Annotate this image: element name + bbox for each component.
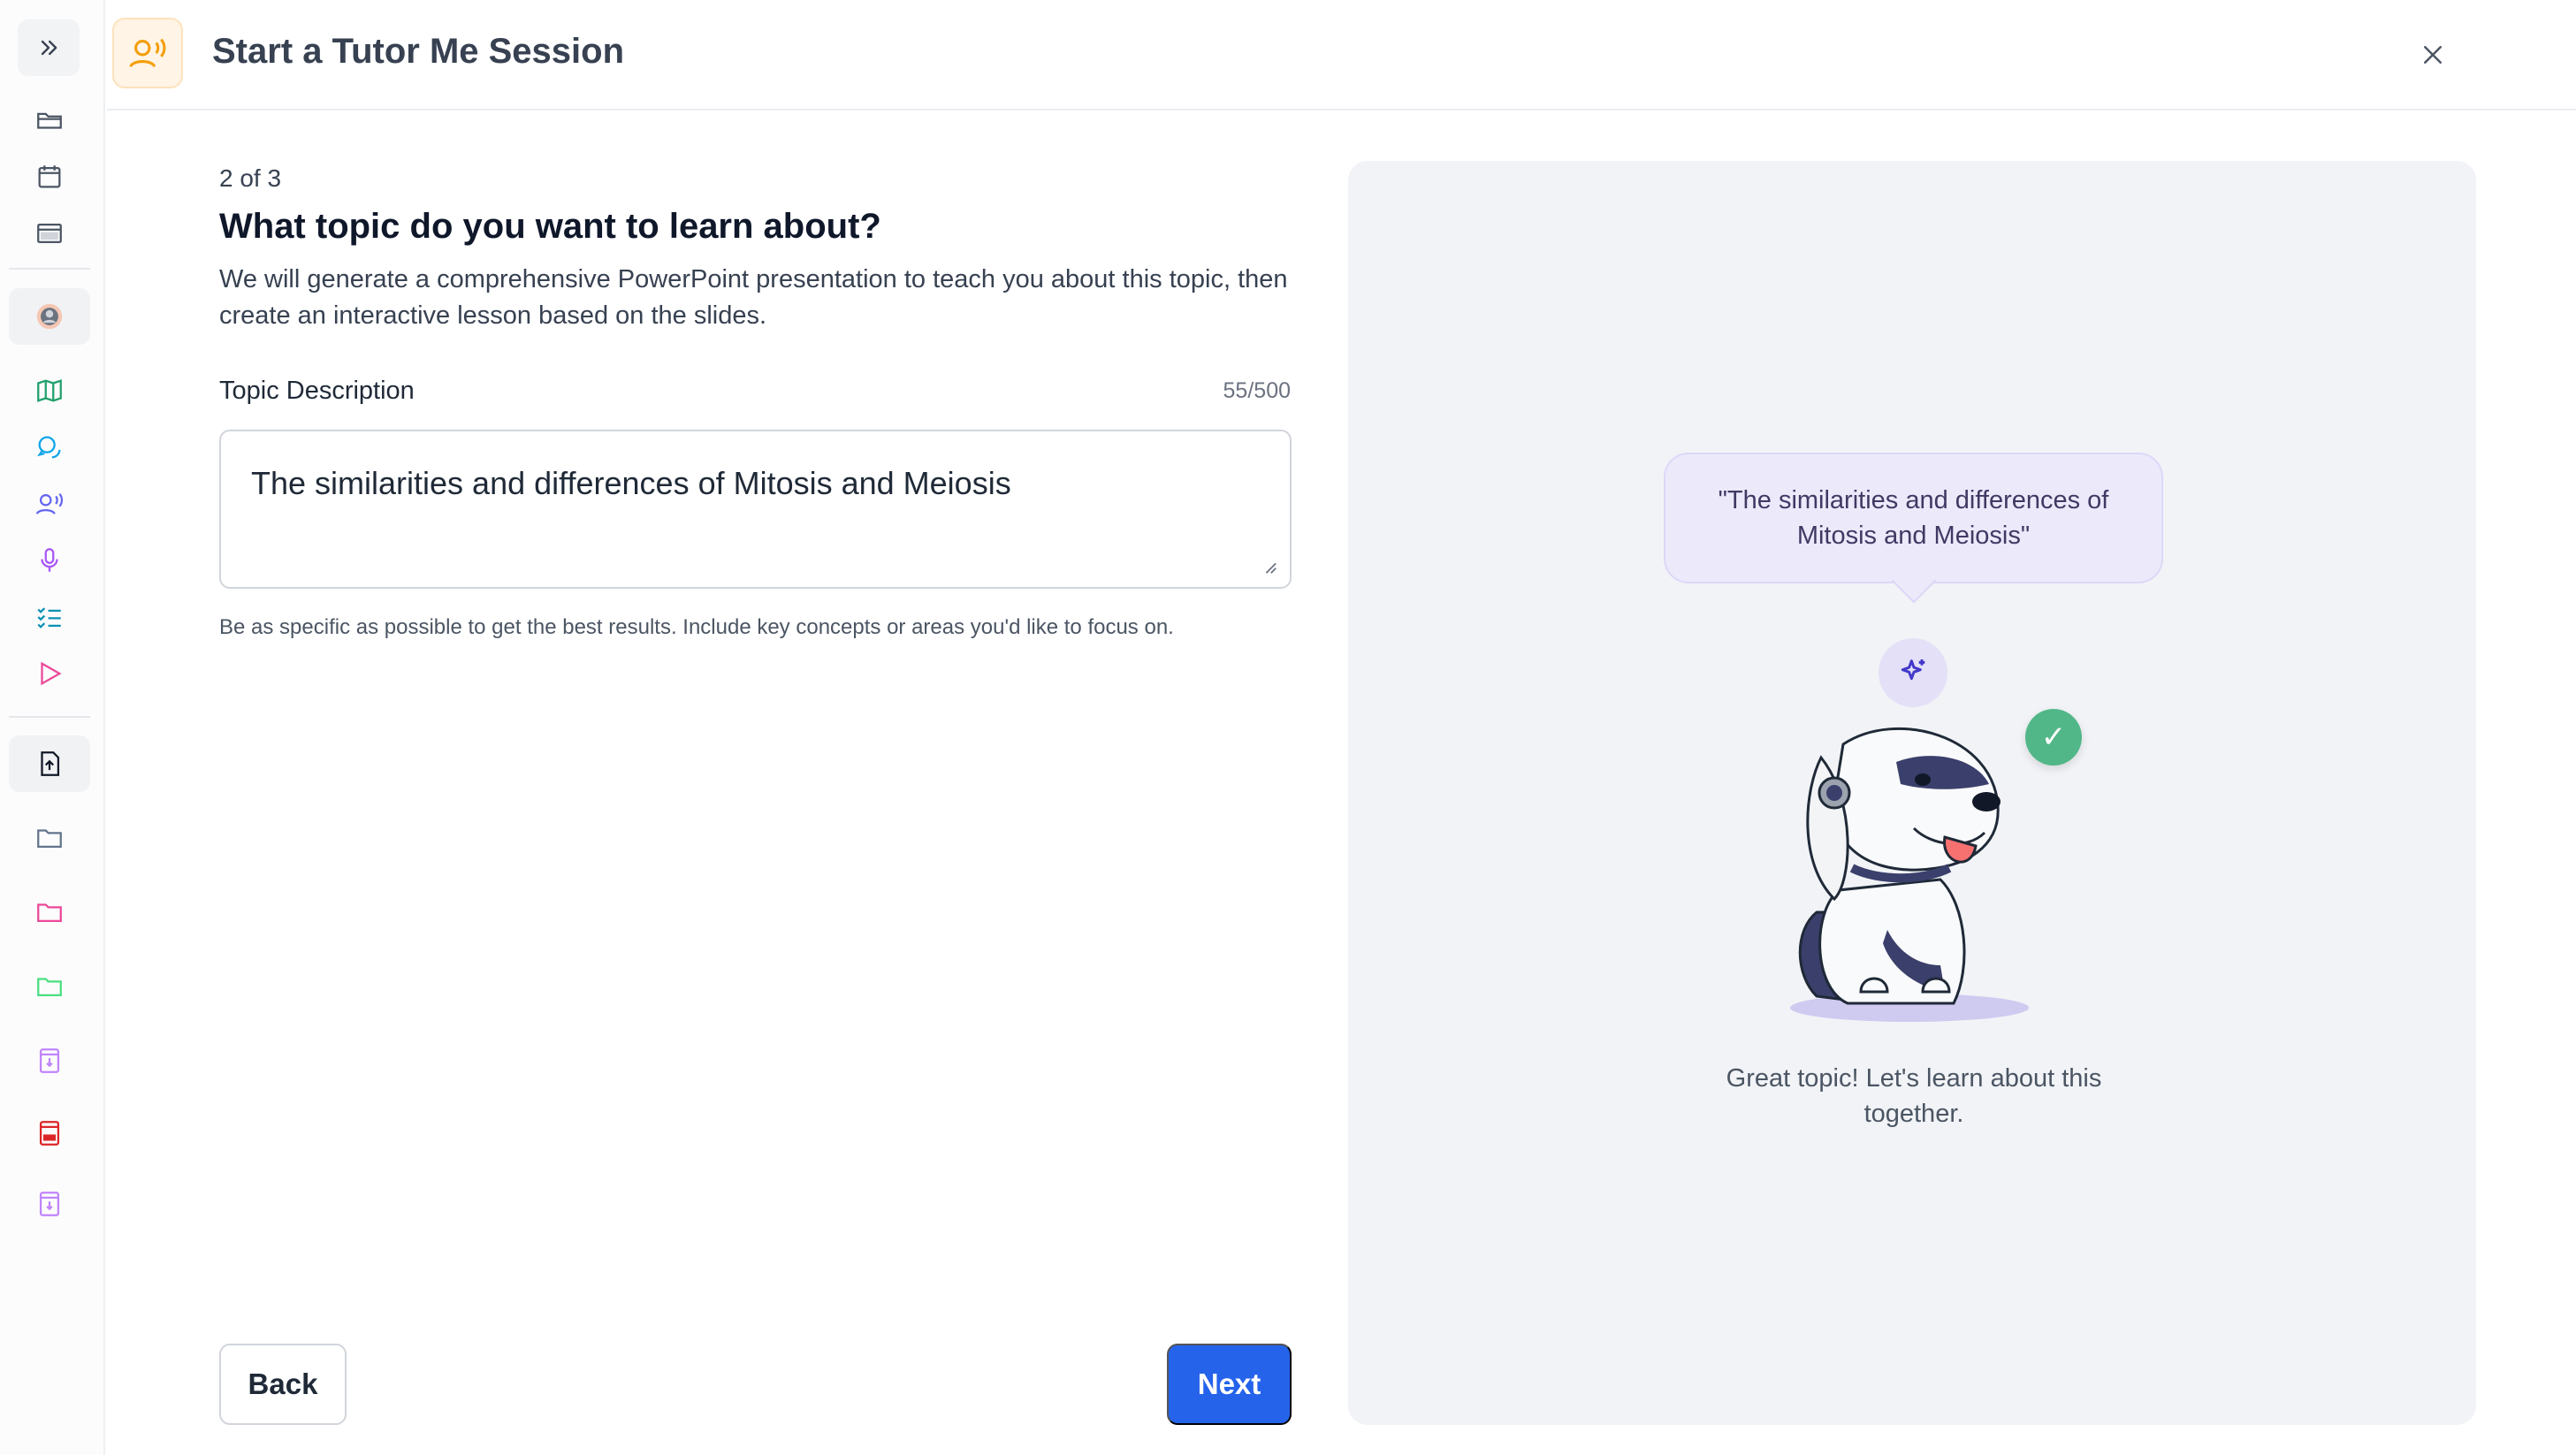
sidebar-item-microphone[interactable] xyxy=(9,532,90,589)
sidebar-item-avatar[interactable] xyxy=(9,288,90,345)
sidebar-item-calendar[interactable] xyxy=(9,149,90,205)
sidebar-divider xyxy=(9,268,90,270)
sidebar-item-window[interactable] xyxy=(9,205,90,262)
topic-hint: Be as specific as possible to get the be… xyxy=(219,615,1174,639)
question-description: We will generate a comprehensive PowerPo… xyxy=(219,265,1288,330)
sidebar-item-play[interactable] xyxy=(9,645,90,702)
tutor-voice-icon xyxy=(35,492,64,514)
sidebar-item-folder-2[interactable] xyxy=(9,884,90,941)
folder-icon xyxy=(37,829,62,849)
sidebar-item-folder-1[interactable] xyxy=(9,810,90,866)
success-check-badge: ✓ xyxy=(2025,709,2082,766)
topic-description-value: The similarities and differences of Mito… xyxy=(251,465,1011,501)
tutor-voice-icon xyxy=(129,38,166,68)
preview-caption: Great topic! Let's learn about this toge… xyxy=(1726,1064,2102,1128)
step-indicator: 2 of 3 xyxy=(219,164,282,192)
preview-panel: "The similarities and differences of Mit… xyxy=(1348,161,2476,1425)
question-heading: What topic do you want to learn about? xyxy=(219,207,881,246)
tutor-session-badge xyxy=(112,18,183,88)
close-icon xyxy=(2424,46,2442,64)
sparkle-badge xyxy=(1879,638,1947,707)
checklist-icon xyxy=(37,607,61,628)
sidebar-item-map[interactable] xyxy=(9,362,90,419)
sidebar-item-tutor[interactable] xyxy=(9,476,90,532)
topic-field-label: Topic Description xyxy=(219,377,415,405)
character-counter: 55/500 xyxy=(1223,378,1291,403)
audio-file-icon xyxy=(39,1048,60,1073)
sidebar-divider xyxy=(9,716,90,718)
robot-dog-mascot xyxy=(1790,727,2029,1022)
chevrons-right-icon xyxy=(41,40,57,56)
folder-green-icon xyxy=(37,978,62,997)
sidebar-item-upload[interactable] xyxy=(9,735,90,792)
sidebar-item-folder-3[interactable] xyxy=(9,958,90,1015)
resize-handle-icon[interactable] xyxy=(1261,559,1277,575)
map-icon xyxy=(37,379,62,402)
sidebar-item-chat[interactable] xyxy=(9,419,90,476)
close-button[interactable] xyxy=(2413,35,2452,74)
sidebar-item-checklist[interactable] xyxy=(9,589,90,645)
folder-open-icon xyxy=(37,112,62,129)
calendar-icon xyxy=(38,165,61,188)
audio-file-icon xyxy=(39,1192,60,1216)
pdf-file-icon xyxy=(39,1121,60,1146)
next-button[interactable]: Next xyxy=(1167,1344,1292,1425)
microphone-icon xyxy=(41,548,58,572)
sidebar-item-audio-1[interactable] xyxy=(9,1032,90,1089)
back-button[interactable]: Back xyxy=(219,1344,347,1425)
dialog-title: Start a Tutor Me Session xyxy=(212,32,625,71)
sparkle-icon xyxy=(1901,659,1925,681)
expand-sidebar-button[interactable] xyxy=(18,19,80,76)
sidebar-item-folders[interactable] xyxy=(9,92,90,149)
sidebar xyxy=(0,0,105,1455)
play-icon xyxy=(41,661,62,686)
topic-description-input[interactable]: The similarities and differences of Mito… xyxy=(219,430,1292,589)
sidebar-item-pdf[interactable] xyxy=(9,1105,90,1162)
file-upload-icon xyxy=(41,751,60,776)
sidebar-item-audio-2[interactable] xyxy=(9,1176,90,1232)
chat-icon xyxy=(37,436,61,459)
window-icon xyxy=(37,223,62,244)
bubble-text: "The similarities and differences of Mit… xyxy=(1718,486,2109,550)
folder-pink-icon xyxy=(37,903,62,923)
avatar-icon xyxy=(36,303,63,330)
